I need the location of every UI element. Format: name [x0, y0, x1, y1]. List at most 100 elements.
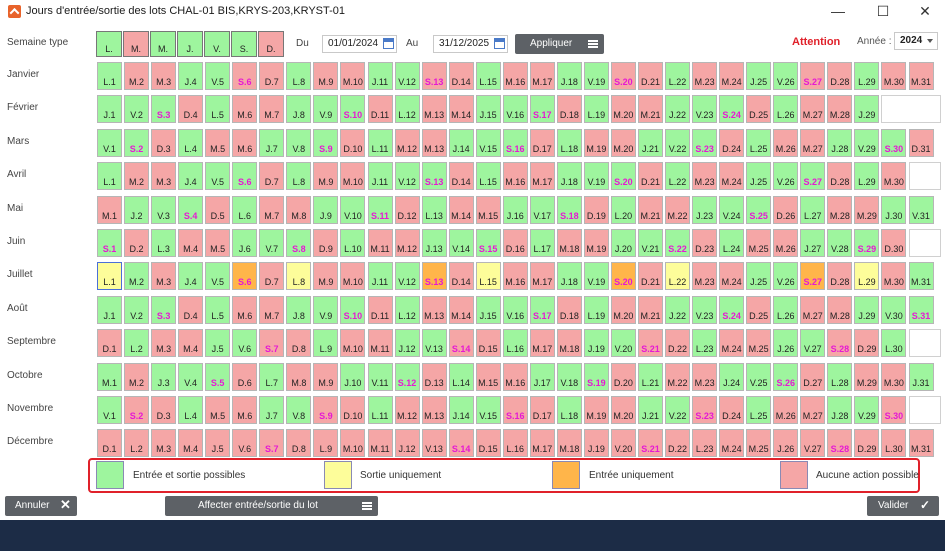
day-cell[interactable]: J.10 — [340, 362, 366, 391]
day-cell[interactable]: J.16 — [502, 195, 528, 224]
day-cell[interactable]: L.18 — [556, 128, 582, 157]
day-cell[interactable]: D.9 — [313, 229, 339, 257]
day-cell[interactable]: M.17 — [529, 162, 555, 191]
day-cell[interactable]: S.14 — [448, 429, 474, 458]
day-cell[interactable]: D.26 — [773, 195, 799, 224]
day-cell[interactable]: S.22 — [665, 229, 691, 257]
week-type-day[interactable]: M. — [123, 31, 149, 57]
day-cell[interactable]: V.17 — [529, 195, 555, 224]
day-cell[interactable]: S.13 — [421, 62, 447, 90]
day-cell[interactable]: L.5 — [205, 295, 231, 324]
day-cell[interactable]: M.15 — [475, 362, 501, 391]
day-cell[interactable]: J.8 — [286, 95, 312, 124]
day-cell[interactable]: M.2 — [124, 262, 150, 291]
day-cell[interactable]: S.5 — [205, 362, 231, 391]
day-cell[interactable]: S.19 — [583, 362, 609, 391]
day-cell[interactable]: J.1 — [97, 95, 122, 124]
day-cell[interactable]: J.20 — [610, 229, 636, 257]
day-cell[interactable]: M.19 — [583, 229, 609, 257]
day-cell[interactable]: S.29 — [854, 229, 880, 257]
day-cell[interactable]: V.25 — [746, 362, 772, 391]
day-cell[interactable]: J.13 — [421, 229, 447, 257]
day-cell[interactable]: D.22 — [665, 329, 691, 358]
day-cell[interactable]: M.7 — [259, 195, 285, 224]
day-cell[interactable]: M.1 — [97, 195, 122, 224]
day-cell[interactable]: J.28 — [827, 128, 853, 157]
day-cell[interactable]: D.4 — [178, 95, 204, 124]
day-cell[interactable]: J.12 — [394, 429, 420, 458]
day-cell[interactable]: V.27 — [800, 429, 826, 458]
day-cell[interactable]: J.30 — [881, 195, 907, 224]
day-cell[interactable]: V.31 — [908, 195, 934, 224]
day-cell[interactable]: L.29 — [854, 262, 880, 291]
day-cell[interactable]: M.30 — [881, 162, 907, 191]
day-cell[interactable]: V.26 — [773, 162, 799, 191]
day-cell[interactable]: L.10 — [340, 229, 366, 257]
day-cell[interactable]: V.13 — [421, 329, 447, 358]
day-cell[interactable]: V.19 — [583, 62, 609, 90]
day-cell[interactable]: M.23 — [692, 62, 718, 90]
day-cell[interactable]: S.27 — [800, 262, 826, 291]
day-cell[interactable]: D.23 — [692, 229, 718, 257]
day-cell[interactable]: V.23 — [692, 295, 718, 324]
day-cell[interactable]: M.25 — [746, 429, 772, 458]
day-cell[interactable]: L.27 — [800, 195, 826, 224]
day-cell[interactable]: S.16 — [502, 396, 528, 424]
day-cell[interactable]: M.31 — [908, 429, 934, 458]
day-cell[interactable]: M.26 — [773, 128, 799, 157]
day-cell[interactable]: V.28 — [827, 229, 853, 257]
day-cell[interactable]: M.18 — [556, 329, 582, 358]
week-type-day[interactable]: S. — [231, 31, 257, 57]
day-cell[interactable]: L.2 — [124, 429, 150, 458]
day-cell[interactable]: L.29 — [854, 62, 880, 90]
day-cell[interactable]: M.16 — [502, 262, 528, 291]
day-cell[interactable]: J.29 — [854, 95, 880, 124]
day-cell[interactable]: M.24 — [719, 162, 745, 191]
day-cell[interactable]: D.14 — [448, 262, 474, 291]
day-cell[interactable]: M.13 — [421, 128, 447, 157]
day-cell[interactable]: V.1 — [97, 396, 122, 424]
day-cell[interactable]: M.13 — [421, 95, 447, 124]
day-cell[interactable]: D.7 — [259, 262, 285, 291]
day-cell[interactable]: S.20 — [610, 62, 636, 90]
day-cell[interactable]: M.9 — [313, 362, 339, 391]
day-cell[interactable]: J.7 — [259, 128, 285, 157]
day-cell[interactable]: J.14 — [448, 128, 474, 157]
day-cell[interactable]: D.8 — [286, 429, 312, 458]
day-cell[interactable]: M.10 — [340, 162, 366, 191]
day-cell[interactable]: D.31 — [908, 128, 934, 157]
day-cell[interactable]: S.30 — [881, 396, 907, 424]
day-cell[interactable]: J.28 — [827, 396, 853, 424]
day-cell[interactable]: L.4 — [178, 396, 204, 424]
day-cell[interactable]: V.20 — [610, 329, 636, 358]
day-cell[interactable]: L.1 — [97, 162, 122, 191]
day-cell[interactable]: L.24 — [719, 229, 745, 257]
day-cell[interactable]: D.5 — [205, 195, 231, 224]
day-cell[interactable]: M.16 — [502, 62, 528, 90]
day-cell[interactable]: M.11 — [367, 329, 393, 358]
day-cell[interactable]: L.25 — [746, 396, 772, 424]
day-cell[interactable]: S.17 — [529, 295, 555, 324]
day-cell[interactable]: M.10 — [340, 429, 366, 458]
day-cell[interactable]: J.25 — [746, 62, 772, 90]
day-cell[interactable]: S.9 — [313, 128, 339, 157]
day-cell[interactable]: D.11 — [367, 295, 393, 324]
day-cell[interactable]: L.23 — [692, 429, 718, 458]
day-cell[interactable]: V.9 — [313, 95, 339, 124]
week-type-day[interactable]: D. — [258, 31, 284, 57]
day-cell[interactable]: M.9 — [313, 62, 339, 90]
day-cell[interactable]: L.5 — [205, 95, 231, 124]
day-cell[interactable]: M.6 — [232, 95, 258, 124]
day-cell[interactable]: L.16 — [502, 429, 528, 458]
from-date-input[interactable]: 01/01/2024 — [322, 35, 397, 53]
day-cell[interactable]: V.5 — [205, 262, 231, 291]
day-cell[interactable]: M.18 — [556, 429, 582, 458]
day-cell[interactable]: S.31 — [908, 295, 934, 324]
day-cell[interactable]: J.9 — [313, 195, 339, 224]
day-cell[interactable]: S.27 — [800, 162, 826, 191]
day-cell[interactable]: D.2 — [124, 229, 150, 257]
day-cell[interactable]: M.5 — [205, 396, 231, 424]
day-cell[interactable]: S.17 — [529, 95, 555, 124]
day-cell[interactable]: J.6 — [232, 229, 258, 257]
day-cell[interactable]: J.26 — [773, 329, 799, 358]
